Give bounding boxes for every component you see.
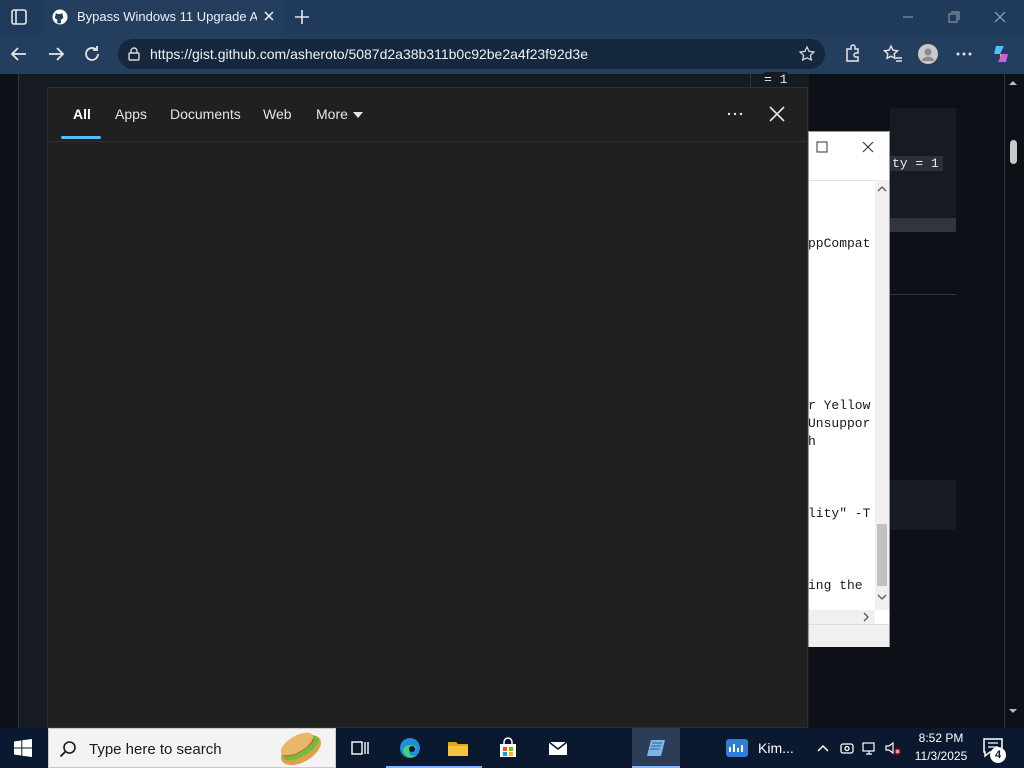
new-tab-icon[interactable] — [292, 7, 312, 27]
file-explorer-button[interactable] — [434, 728, 482, 768]
mail-icon — [548, 741, 568, 755]
windows-logo-icon — [14, 739, 32, 757]
volume-muted-icon[interactable] — [885, 740, 901, 756]
store-button[interactable] — [484, 728, 532, 768]
forward-arrow-icon[interactable] — [45, 43, 67, 65]
notification-count-badge: 4 — [990, 747, 1006, 763]
extensions-icon[interactable] — [841, 43, 863, 65]
notepad-taskbar-button[interactable] — [632, 728, 680, 768]
file-explorer-icon — [448, 742, 468, 756]
taskbar: Type here to search Kim... 8:52 PM 11/3/… — [0, 728, 1024, 768]
close-tab-icon[interactable] — [262, 9, 276, 23]
tab-documents[interactable]: Documents — [170, 106, 241, 122]
more-options-icon[interactable] — [724, 103, 746, 125]
close-icon[interactable] — [766, 103, 788, 125]
address-bar[interactable]: https://gist.github.com/asheroto/5087d2a… — [118, 39, 825, 69]
text-line: h — [809, 434, 816, 449]
close-icon[interactable] — [861, 140, 875, 154]
maximize-icon[interactable] — [816, 141, 828, 153]
task-view-icon — [351, 741, 369, 755]
scroll-thumb[interactable] — [877, 524, 887, 586]
active-tab-indicator — [61, 136, 101, 139]
chevron-up-icon[interactable] — [877, 184, 887, 194]
tab-apps[interactable]: Apps — [115, 106, 147, 122]
scroll-up-icon[interactable] — [1008, 78, 1018, 88]
browser-toolbar: https://gist.github.com/asheroto/5087d2a… — [0, 34, 1024, 74]
browser-tab[interactable]: Bypass Windows 11 Upgrade Assi — [44, 0, 284, 34]
notepad-horizontal-scrollbar[interactable] — [809, 610, 875, 624]
clock-time[interactable]: 8:52 PM — [912, 731, 970, 745]
browser-title-bar: Bypass Windows 11 Upgrade Assi — [0, 0, 1024, 34]
search-placeholder[interactable]: Type here to search — [89, 741, 222, 758]
meet-now-icon[interactable] — [839, 740, 855, 756]
code-snippet: ty = 1 — [888, 156, 943, 171]
show-hidden-icons-chevron-icon[interactable] — [815, 740, 831, 756]
refresh-icon[interactable] — [81, 43, 103, 65]
tab-actions-icon[interactable] — [10, 8, 28, 26]
code-horizontal-scrollbar[interactable] — [890, 218, 956, 232]
tab-title: Bypass Windows 11 Upgrade Assi — [77, 9, 257, 24]
sandwich-search-highlight-icon[interactable] — [259, 729, 335, 767]
tab-web[interactable]: Web — [263, 106, 292, 122]
store-icon — [500, 737, 516, 757]
copilot-icon[interactable] — [990, 43, 1012, 65]
edge-icon — [400, 738, 420, 758]
text-line: lity" -T — [809, 506, 871, 521]
widgets-button[interactable]: Kim... — [724, 728, 808, 768]
url-text[interactable]: https://gist.github.com/asheroto/5087d2a… — [150, 46, 588, 62]
chevron-right-icon[interactable] — [861, 612, 871, 622]
scroll-thumb[interactable] — [1010, 140, 1017, 164]
back-arrow-icon[interactable] — [8, 43, 30, 65]
page-scrollbar[interactable] — [1004, 74, 1021, 728]
scroll-down-icon[interactable] — [1008, 706, 1018, 716]
more-options-icon[interactable] — [953, 43, 975, 65]
notepad-vertical-scrollbar[interactable] — [875, 180, 889, 610]
code-block — [890, 480, 956, 530]
taskbar-search-box[interactable]: Type here to search — [48, 728, 336, 768]
add-favorite-star-icon[interactable] — [798, 45, 816, 63]
task-view-button[interactable] — [336, 728, 384, 768]
profile-avatar-icon[interactable] — [917, 43, 939, 65]
favorites-icon[interactable] — [882, 43, 904, 65]
code-snippet: = 1 — [764, 72, 788, 87]
start-button[interactable] — [0, 728, 48, 768]
github-icon — [52, 9, 68, 25]
text-line: Unsuppor — [809, 416, 871, 431]
tab-more[interactable]: More — [316, 106, 348, 122]
chevron-down-icon[interactable] — [877, 592, 887, 602]
search-flyout: All Apps Documents Web More — [47, 87, 808, 728]
widget-label: Kim... — [758, 740, 794, 756]
divider — [890, 294, 956, 295]
search-filter-bar: All Apps Documents Web More — [48, 88, 807, 142]
mail-button[interactable] — [534, 728, 582, 768]
notepad-status-bar — [809, 624, 889, 647]
notepad-title-bar[interactable] — [809, 132, 889, 181]
text-line: ppCompat — [809, 236, 871, 251]
edge-taskbar-button[interactable] — [386, 728, 434, 768]
caret-down-icon[interactable] — [353, 111, 363, 119]
stocks-widget-icon — [726, 739, 748, 757]
site-info-icon[interactable] — [126, 46, 142, 62]
notepad-text-area[interactable]: ppCompat r Yellow Unsuppor h lity" -T in… — [809, 180, 875, 610]
notepad-icon — [647, 740, 665, 756]
close-window-icon[interactable] — [990, 7, 1010, 27]
minimize-icon[interactable] — [898, 7, 918, 27]
restore-icon[interactable] — [944, 7, 964, 27]
text-line: ing the — [809, 578, 863, 593]
clock-date[interactable]: 11/3/2025 — [912, 749, 970, 763]
search-icon — [59, 741, 76, 758]
notepad-window[interactable]: ppCompat r Yellow Unsuppor h lity" -T in… — [808, 131, 890, 647]
tab-all[interactable]: All — [73, 106, 91, 122]
text-line: r Yellow — [809, 398, 871, 413]
network-icon[interactable] — [862, 740, 878, 756]
